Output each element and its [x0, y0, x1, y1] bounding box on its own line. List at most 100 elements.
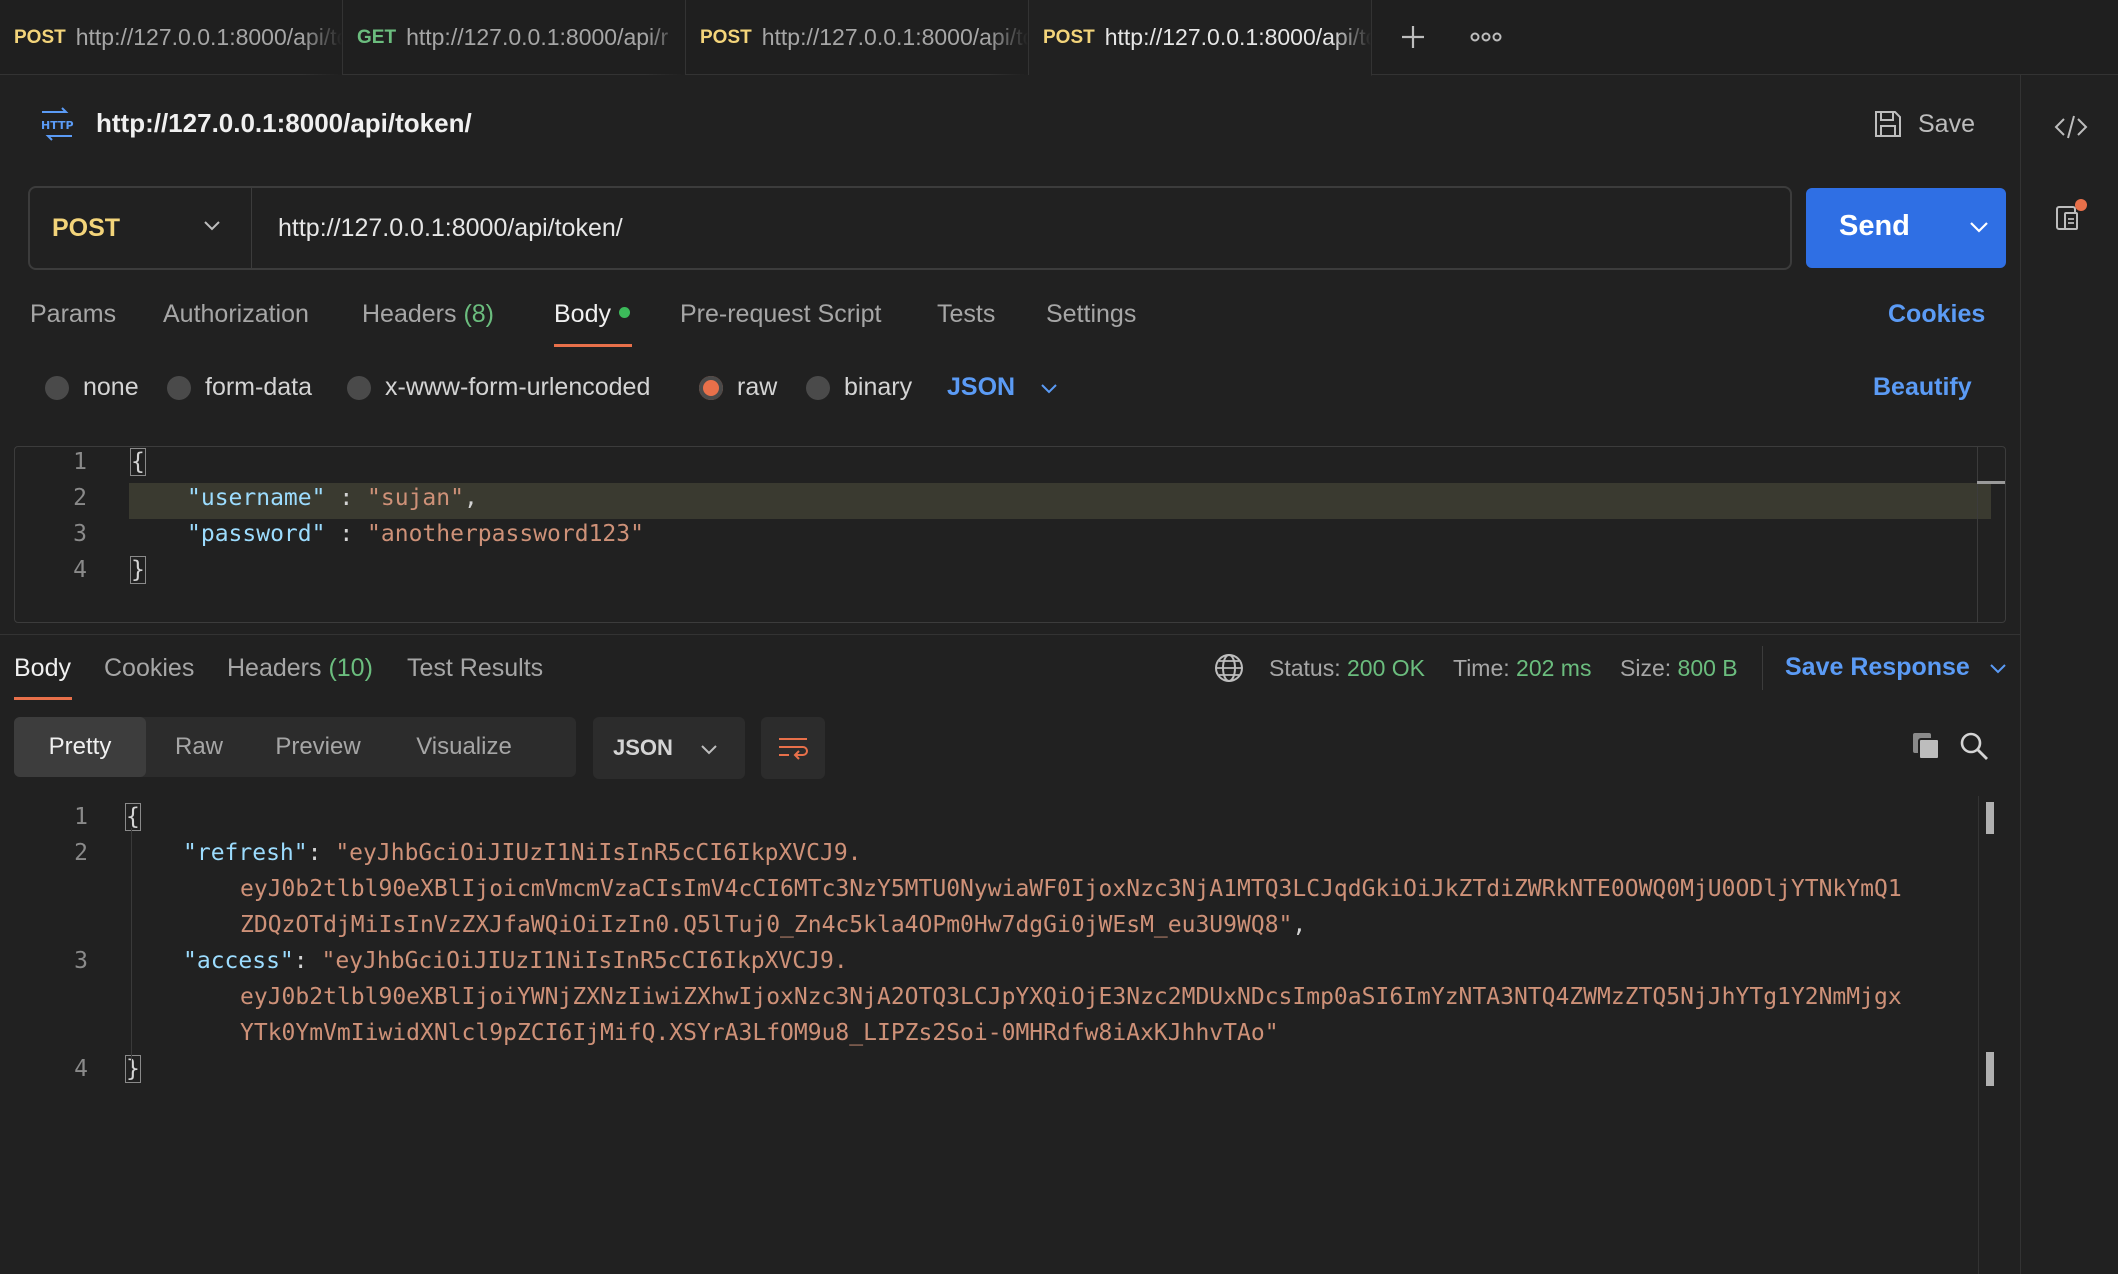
response-format-select[interactable]: JSON: [593, 717, 745, 779]
json-key: "refresh": [183, 840, 308, 866]
request-title[interactable]: http://127.0.0.1:8000/api/token/: [96, 108, 472, 139]
json-value: "sujan": [367, 485, 464, 511]
tab-tests[interactable]: Tests: [937, 300, 995, 329]
radio-label: x-www-form-urlencoded: [385, 373, 651, 401]
beautify-button[interactable]: Beautify: [1873, 373, 1972, 402]
line-number: 3: [74, 948, 88, 974]
radio-form-data[interactable]: form-data: [167, 373, 312, 402]
tab-settings[interactable]: Settings: [1046, 300, 1136, 329]
save-response-button[interactable]: Save Response: [1785, 653, 2008, 682]
line-number: 4: [74, 1056, 88, 1082]
json-value-cont: ZDQzOTdjMiIsInVzZXJfaWQiOiIzIn0.Q5lTuj0_…: [240, 912, 1293, 938]
time-value: 202 ms: [1516, 655, 1592, 681]
line-number: 4: [73, 557, 87, 583]
response-body-viewer[interactable]: 1 2 3 4 { "refresh": "eyJhbGciOiJIUzI1Ni…: [0, 796, 2000, 1274]
code-line-refresh: "refresh": "eyJhbGciOiJIUzI1NiIsInR5cCI6…: [183, 840, 862, 866]
headers-count: (8): [463, 300, 495, 328]
radio-label: form-data: [205, 373, 312, 401]
body-format-select[interactable]: JSON: [947, 373, 1059, 402]
cookies-link[interactable]: Cookies: [1888, 300, 1985, 329]
tab-bar: POST http://127.0.0.1:8000/api/token/ GE…: [0, 0, 2118, 76]
response-active-tab-underline: [14, 697, 72, 700]
view-raw[interactable]: Raw: [146, 717, 252, 777]
method-select[interactable]: POST: [30, 188, 252, 268]
line-number: 2: [73, 485, 87, 511]
size-value: 800 B: [1677, 655, 1738, 681]
response-scrollbar[interactable]: [1978, 796, 1979, 1274]
body-indicator-dot: [618, 306, 630, 318]
json-value: "anotherpassword123": [367, 521, 644, 547]
request-tab-3[interactable]: POST http://127.0.0.1:8000/api/token/: [686, 0, 1029, 75]
globe-icon[interactable]: [1213, 652, 1245, 689]
view-mode-group: Pretty Raw Preview Visualize: [14, 717, 576, 777]
access-token-line-2: eyJ0b2tlbl90eXBlIjoiYWNjZXNzIiwiZXhwIjox…: [240, 984, 1902, 1010]
response-tab-test-results[interactable]: Test Results: [407, 654, 543, 683]
json-value: "eyJhbGciOiJIUzI1NiIsInR5cCI6IkpXVCJ9.: [335, 840, 862, 866]
response-divider[interactable]: [0, 634, 2020, 635]
radio-binary[interactable]: binary: [806, 373, 912, 402]
chevron-down-icon[interactable]: [1966, 214, 1992, 240]
http-icon: HTTP: [38, 106, 76, 147]
response-tab-body[interactable]: Body: [14, 654, 71, 683]
request-tab-2[interactable]: GET http://127.0.0.1:8000/api/r: [343, 0, 686, 75]
refresh-token-line-3: ZDQzOTdjMiIsInVzZXJfaWQiOiIzIn0.Q5lTuj0_…: [240, 912, 1307, 938]
code-line-access: "access": "eyJhbGciOiJIUzI1NiIsInR5cCI6I…: [183, 948, 848, 974]
radio-x-www-form-urlencoded[interactable]: x-www-form-urlencoded: [347, 373, 650, 402]
wrap-lines-button[interactable]: [761, 717, 825, 779]
view-preview[interactable]: Preview: [252, 717, 384, 777]
line-number: 1: [73, 449, 87, 475]
response-tab-headers[interactable]: Headers (10): [227, 654, 373, 683]
response-scroll-thumb[interactable]: [1986, 802, 1994, 834]
body-format-label: JSON: [947, 373, 1016, 401]
request-body-editor[interactable]: 1 2 3 4 { "username" : "sujan", "passwor…: [14, 446, 2006, 623]
view-visualize[interactable]: Visualize: [384, 717, 544, 777]
response-status: Status: 200 OK: [1269, 655, 1425, 682]
tab-pre-request-script[interactable]: Pre-request Script: [680, 300, 881, 329]
radio-label: raw: [737, 373, 778, 401]
tab-method: POST: [700, 26, 752, 48]
response-format-label: JSON: [613, 735, 673, 760]
radio-circle: [45, 375, 69, 400]
save-button[interactable]: Save: [1872, 104, 1975, 144]
url-bar: POST http://127.0.0.1:8000/api/token/: [28, 186, 1792, 270]
request-tab-4-active[interactable]: POST http://127.0.0.1:8000/api/token/: [1029, 0, 1372, 76]
copy-icon[interactable]: [1906, 726, 1946, 766]
response-tab-cookies[interactable]: Cookies: [104, 654, 194, 683]
active-tab-underline: [554, 344, 632, 347]
more-icon[interactable]: [1463, 14, 1509, 60]
code-line-username: "username" : "sujan",: [187, 485, 478, 511]
editor-scrollbar[interactable]: [1977, 447, 1978, 622]
tab-body-label: Body: [554, 300, 611, 328]
indent-guide: [131, 828, 132, 1068]
tab-method: POST: [14, 26, 66, 48]
documentation-icon[interactable]: [2051, 197, 2091, 237]
plus-icon[interactable]: [1390, 14, 1436, 60]
request-tab-1[interactable]: POST http://127.0.0.1:8000/api/token/: [0, 0, 343, 75]
open-brace: {: [130, 448, 146, 476]
close-brace: }: [130, 556, 146, 584]
tab-params[interactable]: Params: [30, 300, 116, 329]
code-line-password: "password" : "anotherpassword123": [187, 521, 644, 547]
tab-headers-label: Headers: [362, 300, 457, 328]
tab-body[interactable]: Body: [554, 300, 630, 329]
radio-circle: [347, 375, 371, 400]
view-pretty[interactable]: Pretty: [14, 717, 146, 777]
editor-scroll-marker: [1977, 481, 2005, 484]
response-size: Size: 800 B: [1620, 655, 1738, 682]
tab-headers[interactable]: Headers (8): [362, 300, 494, 329]
status-value: 200 OK: [1347, 655, 1425, 681]
search-icon[interactable]: [1954, 726, 1994, 766]
json-value: "eyJhbGciOiJIUzI1NiIsInR5cCI6IkpXVCJ9.: [321, 948, 848, 974]
send-button[interactable]: Send: [1806, 188, 2006, 268]
svg-text:HTTP: HTTP: [41, 119, 74, 132]
tab-url: http://127.0.0.1:8000/api/r: [406, 24, 669, 50]
radio-none[interactable]: none: [45, 373, 139, 402]
method-label: POST: [52, 213, 121, 242]
wrap-lines-icon: [779, 738, 808, 760]
radio-raw[interactable]: raw: [699, 373, 777, 402]
response-scroll-marker: [1986, 1052, 1994, 1086]
radio-circle-selected: [699, 375, 723, 400]
url-input[interactable]: http://127.0.0.1:8000/api/token/: [278, 214, 623, 243]
tab-authorization[interactable]: Authorization: [163, 300, 309, 329]
code-icon[interactable]: [2051, 107, 2091, 147]
